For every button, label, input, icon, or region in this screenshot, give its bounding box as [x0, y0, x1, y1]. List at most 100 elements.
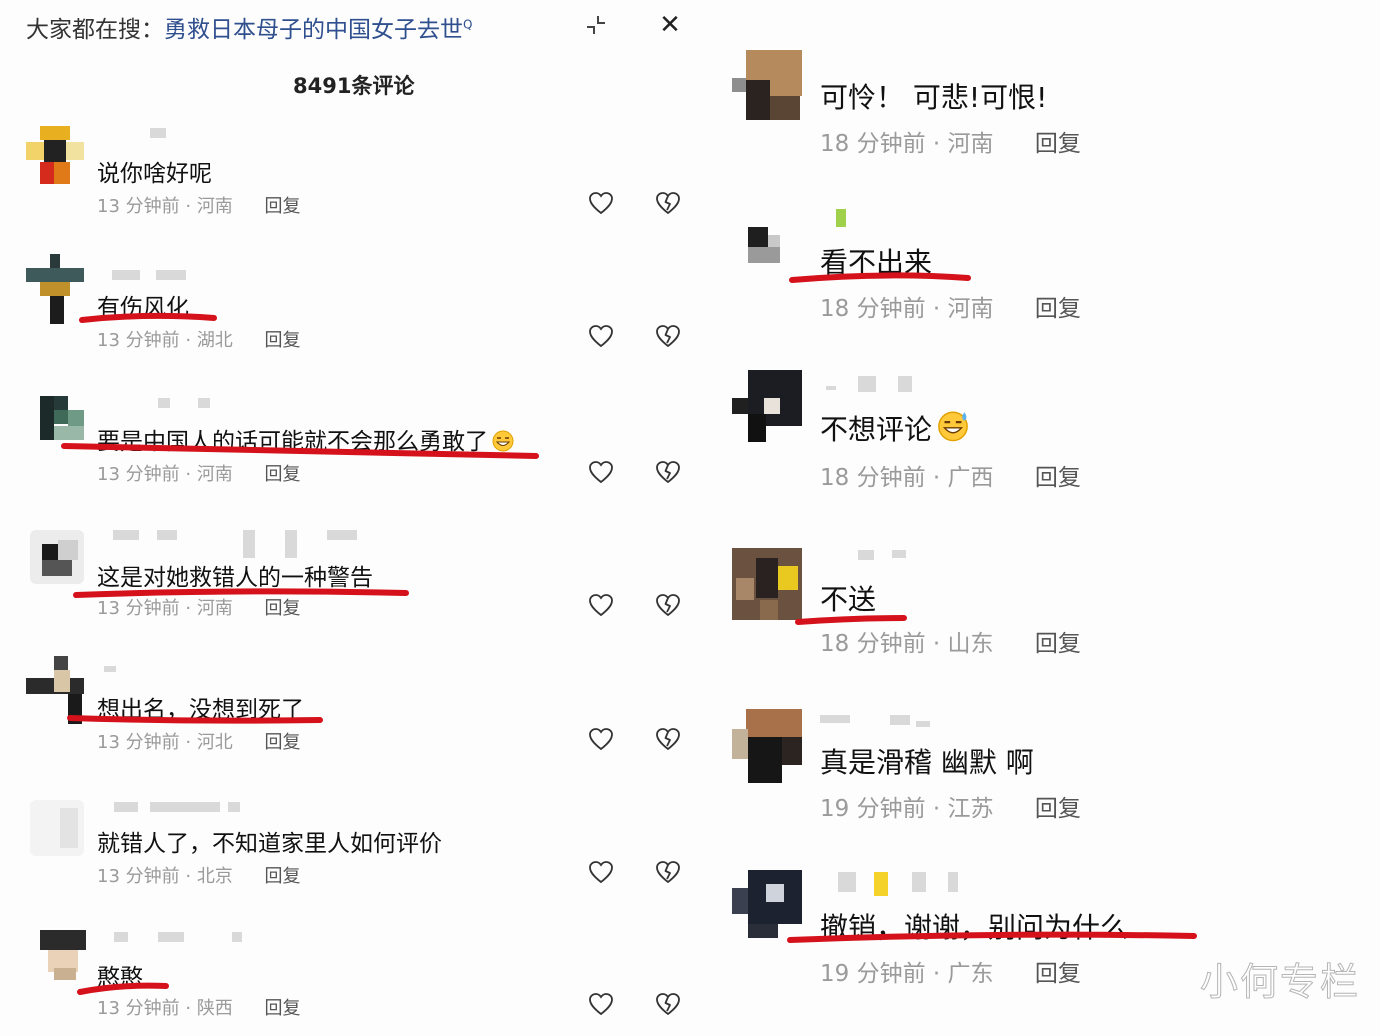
reply-button[interactable]: 回复: [1035, 796, 1081, 822]
comment-location: 北京: [196, 866, 233, 887]
comment-time: 19 分钟前: [820, 796, 926, 822]
avatar[interactable]: [748, 227, 788, 265]
comment-text: 撤销，谢谢，别问为什么: [820, 911, 1129, 944]
avatar[interactable]: [732, 548, 802, 620]
avatar[interactable]: [26, 656, 84, 724]
avatar[interactable]: [26, 126, 84, 184]
close-icon[interactable]: ✕: [655, 10, 685, 40]
search-suggestion-term[interactable]: 勇救日本母子的中国女子去世: [164, 17, 463, 43]
reply-button[interactable]: 回复: [265, 866, 301, 887]
heart-icon[interactable]: [587, 725, 615, 753]
search-mark-icon: Q: [463, 17, 473, 32]
comment-text: 要是中国人的话可能就不会那么勇敢了: [97, 422, 516, 456]
comment-item: 可怜！ 可悲!可恨! 18 分钟前 · 河南 回复: [720, 40, 1380, 170]
search-suggestion[interactable]: 大家都在搜：勇救日本母子的中国女子去世Q: [26, 10, 472, 44]
heart-icon[interactable]: [587, 858, 615, 886]
avatar[interactable]: [40, 396, 84, 440]
comment-time: 13 分钟前: [97, 330, 180, 351]
comment-text: 说你啥好呢: [97, 161, 212, 187]
comment-meta: 18 分钟前 · 河南 回复: [820, 296, 1081, 322]
broken-heart-icon[interactable]: [654, 858, 682, 886]
comment-text: 就错人了，不知道家里人如何评价: [97, 831, 442, 857]
reply-button[interactable]: 回复: [1035, 465, 1081, 491]
comments-panel-right: 可怜！ 可悲!可恨! 18 分钟前 · 河南 回复 看不出来 18 分钟前 · …: [720, 0, 1380, 1036]
comments-panel-left: 大家都在搜：勇救日本母子的中国女子去世Q ✕ 8491条评论 说你啥好呢 13 …: [0, 0, 720, 1036]
comment-meta: 13 分钟前 · 湖北 回复: [97, 330, 301, 351]
comment-location: 山东: [947, 631, 994, 657]
reply-button[interactable]: 回复: [265, 598, 301, 619]
comment-meta: 18 分钟前 · 山东 回复: [820, 631, 1081, 657]
comment-item: 真是滑稽 幽默 啊 19 分钟前 · 江苏 回复: [720, 705, 1380, 835]
comment-meta: 13 分钟前 · 河南 回复: [97, 464, 301, 485]
avatar[interactable]: [732, 709, 802, 783]
comment-time: 13 分钟前: [97, 998, 180, 1019]
comment-location: 广东: [947, 961, 994, 987]
broken-heart-icon[interactable]: [654, 322, 682, 350]
comment-time: 18 分钟前: [820, 296, 926, 322]
comment-text: 可怜！ 可悲!可恨!: [820, 81, 1048, 114]
reply-button[interactable]: 回复: [1035, 631, 1081, 657]
reply-button[interactable]: 回复: [265, 998, 301, 1019]
comment-text: 不送: [820, 583, 877, 616]
search-suggestion-prefix: 大家都在搜：: [26, 17, 164, 43]
reply-button[interactable]: 回复: [1035, 961, 1081, 987]
comment-time: 13 分钟前: [97, 598, 180, 619]
heart-icon[interactable]: [587, 990, 615, 1018]
comment-time: 18 分钟前: [820, 631, 926, 657]
comment-meta: 18 分钟前 · 河南 回复: [820, 131, 1081, 157]
heart-icon[interactable]: [587, 591, 615, 619]
grinning-sweat-emoji: [938, 411, 968, 442]
avatar[interactable]: [40, 930, 86, 980]
comment-text-content: 要是中国人的话可能就不会那么勇敢了: [97, 429, 488, 455]
comment-location: 湖北: [196, 330, 233, 351]
comment-text: 真是滑稽 幽默 啊: [820, 746, 1034, 779]
avatar[interactable]: [732, 370, 802, 442]
comment-time: 19 分钟前: [820, 961, 926, 987]
comment-location: 河北: [196, 732, 233, 753]
comment-meta: 13 分钟前 · 北京 回复: [97, 866, 301, 887]
broken-heart-icon[interactable]: [654, 458, 682, 486]
heart-icon[interactable]: [587, 189, 615, 217]
avatar[interactable]: [732, 870, 802, 938]
comment-text: 不想评论: [820, 408, 972, 448]
reply-button[interactable]: 回复: [1035, 296, 1081, 322]
avatar[interactable]: [30, 530, 88, 588]
comment-time: 18 分钟前: [820, 131, 926, 157]
watermark-text: 小何专栏: [1199, 962, 1360, 1005]
broken-heart-icon[interactable]: [654, 725, 682, 753]
comment-count-title: 8491条评论: [293, 74, 415, 98]
comment-location: 河南: [196, 464, 233, 485]
comment-text: 看不出来: [820, 246, 933, 279]
comment-text: 想出名，没想到死了: [97, 697, 304, 723]
broken-heart-icon[interactable]: [654, 990, 682, 1018]
comment-time: 13 分钟前: [97, 196, 180, 217]
reply-button[interactable]: 回复: [265, 330, 301, 351]
collapse-arrows-icon[interactable]: [583, 12, 609, 38]
comment-meta: 13 分钟前 · 陕西 回复: [97, 998, 301, 1019]
avatar[interactable]: [30, 800, 88, 858]
comment-time: 13 分钟前: [97, 732, 180, 753]
broken-heart-icon[interactable]: [654, 591, 682, 619]
comment-item: 不想评论 18 分钟前 · 广西 回复: [720, 370, 1380, 500]
comment-time: 13 分钟前: [97, 464, 180, 485]
reply-button[interactable]: 回复: [265, 732, 301, 753]
heart-icon[interactable]: [587, 322, 615, 350]
avatar[interactable]: [26, 254, 84, 324]
comment-location: 江苏: [947, 796, 994, 822]
reply-button[interactable]: 回复: [265, 196, 301, 217]
comment-meta: 13 分钟前 · 河南 回复: [97, 598, 301, 619]
comment-location: 河南: [947, 296, 994, 322]
comment-text: 有伤风化: [97, 295, 189, 321]
reply-button[interactable]: 回复: [1035, 131, 1081, 157]
avatar[interactable]: [732, 50, 802, 120]
comment-location: 河南: [196, 196, 233, 217]
comment-meta: 18 分钟前 · 广西 回复: [820, 465, 1081, 491]
heart-icon[interactable]: [587, 458, 615, 486]
comment-location: 河南: [196, 598, 233, 619]
comment-meta: 19 分钟前 · 江苏 回复: [820, 796, 1081, 822]
comment-location: 河南: [947, 131, 994, 157]
broken-heart-icon[interactable]: [654, 189, 682, 217]
comment-text-content: 不想评论: [820, 413, 933, 446]
reply-button[interactable]: 回复: [265, 464, 301, 485]
comment-meta: 19 分钟前 · 广东 回复: [820, 961, 1081, 987]
